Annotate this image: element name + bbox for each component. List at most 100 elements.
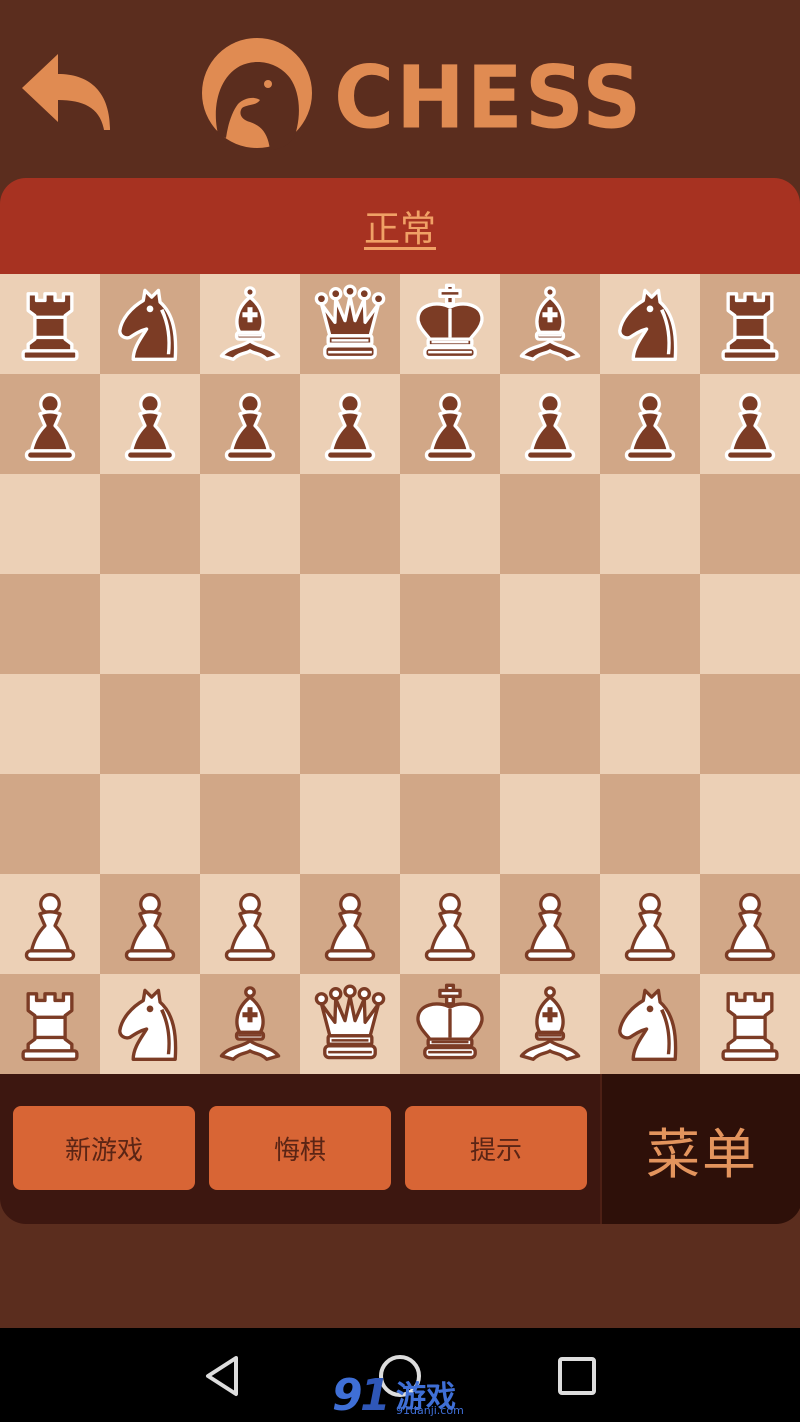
board-square-d1[interactable] xyxy=(300,974,400,1074)
board-square-f1[interactable] xyxy=(500,974,600,1074)
board-square-b3[interactable] xyxy=(100,774,200,874)
hint-button[interactable]: 提示 xyxy=(405,1106,587,1190)
board-square-a7[interactable] xyxy=(0,374,100,474)
board-square-h2[interactable] xyxy=(700,874,800,974)
logo-text: CHESS xyxy=(334,48,644,149)
board-square-g6[interactable] xyxy=(600,474,700,574)
board-square-b7[interactable] xyxy=(100,374,200,474)
control-panel: 新游戏 悔棋 提示 菜单 xyxy=(0,1074,800,1224)
back-button[interactable] xyxy=(18,48,118,140)
board-square-g3[interactable] xyxy=(600,774,700,874)
board-square-g7[interactable] xyxy=(600,374,700,474)
black-pawn-icon xyxy=(524,392,576,461)
board-square-h8[interactable] xyxy=(700,274,800,374)
board-square-d2[interactable] xyxy=(300,874,400,974)
horse-head-logo-icon xyxy=(202,38,312,150)
board-square-c4[interactable] xyxy=(200,674,300,774)
board-square-a5[interactable] xyxy=(0,574,100,674)
board-square-a4[interactable] xyxy=(0,674,100,774)
black-king-icon xyxy=(416,283,484,360)
board-square-h4[interactable] xyxy=(700,674,800,774)
board-square-e8[interactable] xyxy=(400,274,500,374)
new-game-button[interactable]: 新游戏 xyxy=(13,1106,195,1190)
board-square-c2[interactable] xyxy=(200,874,300,974)
board-square-f8[interactable] xyxy=(500,274,600,374)
white-pawn-icon xyxy=(224,892,276,961)
board-square-h7[interactable] xyxy=(700,374,800,474)
board-square-a8[interactable] xyxy=(0,274,100,374)
menu-button[interactable]: 菜单 xyxy=(600,1074,800,1224)
board-square-d7[interactable] xyxy=(300,374,400,474)
board-square-a2[interactable] xyxy=(0,874,100,974)
undo-button[interactable]: 悔棋 xyxy=(209,1106,391,1190)
board-square-b4[interactable] xyxy=(100,674,200,774)
board-square-d4[interactable] xyxy=(300,674,400,774)
board-square-b2[interactable] xyxy=(100,874,200,974)
white-rook-icon xyxy=(21,992,79,1061)
board-square-c5[interactable] xyxy=(200,574,300,674)
board-square-c3[interactable] xyxy=(200,774,300,874)
black-rook-icon xyxy=(721,292,779,361)
chess-board xyxy=(0,274,800,1074)
board-square-f6[interactable] xyxy=(500,474,600,574)
board-square-a6[interactable] xyxy=(0,474,100,574)
board-square-g5[interactable] xyxy=(600,574,700,674)
black-bishop-icon xyxy=(519,286,581,361)
white-pawn-icon xyxy=(24,892,76,961)
board-square-h1[interactable] xyxy=(700,974,800,1074)
board-square-d8[interactable] xyxy=(300,274,400,374)
black-pawn-icon xyxy=(724,392,776,461)
nav-back-icon[interactable] xyxy=(198,1352,246,1400)
board-square-b6[interactable] xyxy=(100,474,200,574)
menu-label: 菜单 xyxy=(646,1122,758,1186)
mode-bar: 正常 xyxy=(0,178,800,274)
board-square-b5[interactable] xyxy=(100,574,200,674)
black-queen-icon xyxy=(314,284,386,360)
svg-text:9: 9 xyxy=(332,1370,363,1420)
board-square-c6[interactable] xyxy=(200,474,300,574)
board-square-a3[interactable] xyxy=(0,774,100,874)
board-square-f4[interactable] xyxy=(500,674,600,774)
white-pawn-icon xyxy=(324,892,376,961)
board-square-e4[interactable] xyxy=(400,674,500,774)
back-arrow-icon xyxy=(22,54,110,130)
board-square-g1[interactable] xyxy=(600,974,700,1074)
black-pawn-icon xyxy=(624,392,676,461)
header: CHESS xyxy=(0,0,800,178)
board-square-h3[interactable] xyxy=(700,774,800,874)
board-square-b8[interactable] xyxy=(100,274,200,374)
board-square-d6[interactable] xyxy=(300,474,400,574)
board-square-f7[interactable] xyxy=(500,374,600,474)
board-square-g2[interactable] xyxy=(600,874,700,974)
board-square-e5[interactable] xyxy=(400,574,500,674)
board-square-g8[interactable] xyxy=(600,274,700,374)
white-pawn-icon xyxy=(124,892,176,961)
black-pawn-icon xyxy=(224,392,276,461)
difficulty-mode-link[interactable]: 正常 xyxy=(364,200,436,252)
board-square-e1[interactable] xyxy=(400,974,500,1074)
board-square-f3[interactable] xyxy=(500,774,600,874)
white-rook-icon xyxy=(721,992,779,1061)
board-square-c1[interactable] xyxy=(200,974,300,1074)
board-square-h5[interactable] xyxy=(700,574,800,674)
board-square-f5[interactable] xyxy=(500,574,600,674)
board-square-e2[interactable] xyxy=(400,874,500,974)
board-square-e3[interactable] xyxy=(400,774,500,874)
board-square-a1[interactable] xyxy=(0,974,100,1074)
board-square-b1[interactable] xyxy=(100,974,200,1074)
board-square-c7[interactable] xyxy=(200,374,300,474)
board-square-d3[interactable] xyxy=(300,774,400,874)
svg-text:1: 1 xyxy=(360,1370,391,1420)
board-square-c8[interactable] xyxy=(200,274,300,374)
board-square-f2[interactable] xyxy=(500,874,600,974)
white-king-icon xyxy=(416,983,484,1060)
watermark-url: 91danji.com xyxy=(396,1404,464,1417)
board-square-g4[interactable] xyxy=(600,674,700,774)
black-knight-icon xyxy=(118,288,178,361)
nav-recents-icon[interactable] xyxy=(553,1352,601,1400)
black-knight-icon xyxy=(618,288,678,361)
board-square-e7[interactable] xyxy=(400,374,500,474)
board-square-e6[interactable] xyxy=(400,474,500,574)
board-square-h6[interactable] xyxy=(700,474,800,574)
board-square-d5[interactable] xyxy=(300,574,400,674)
